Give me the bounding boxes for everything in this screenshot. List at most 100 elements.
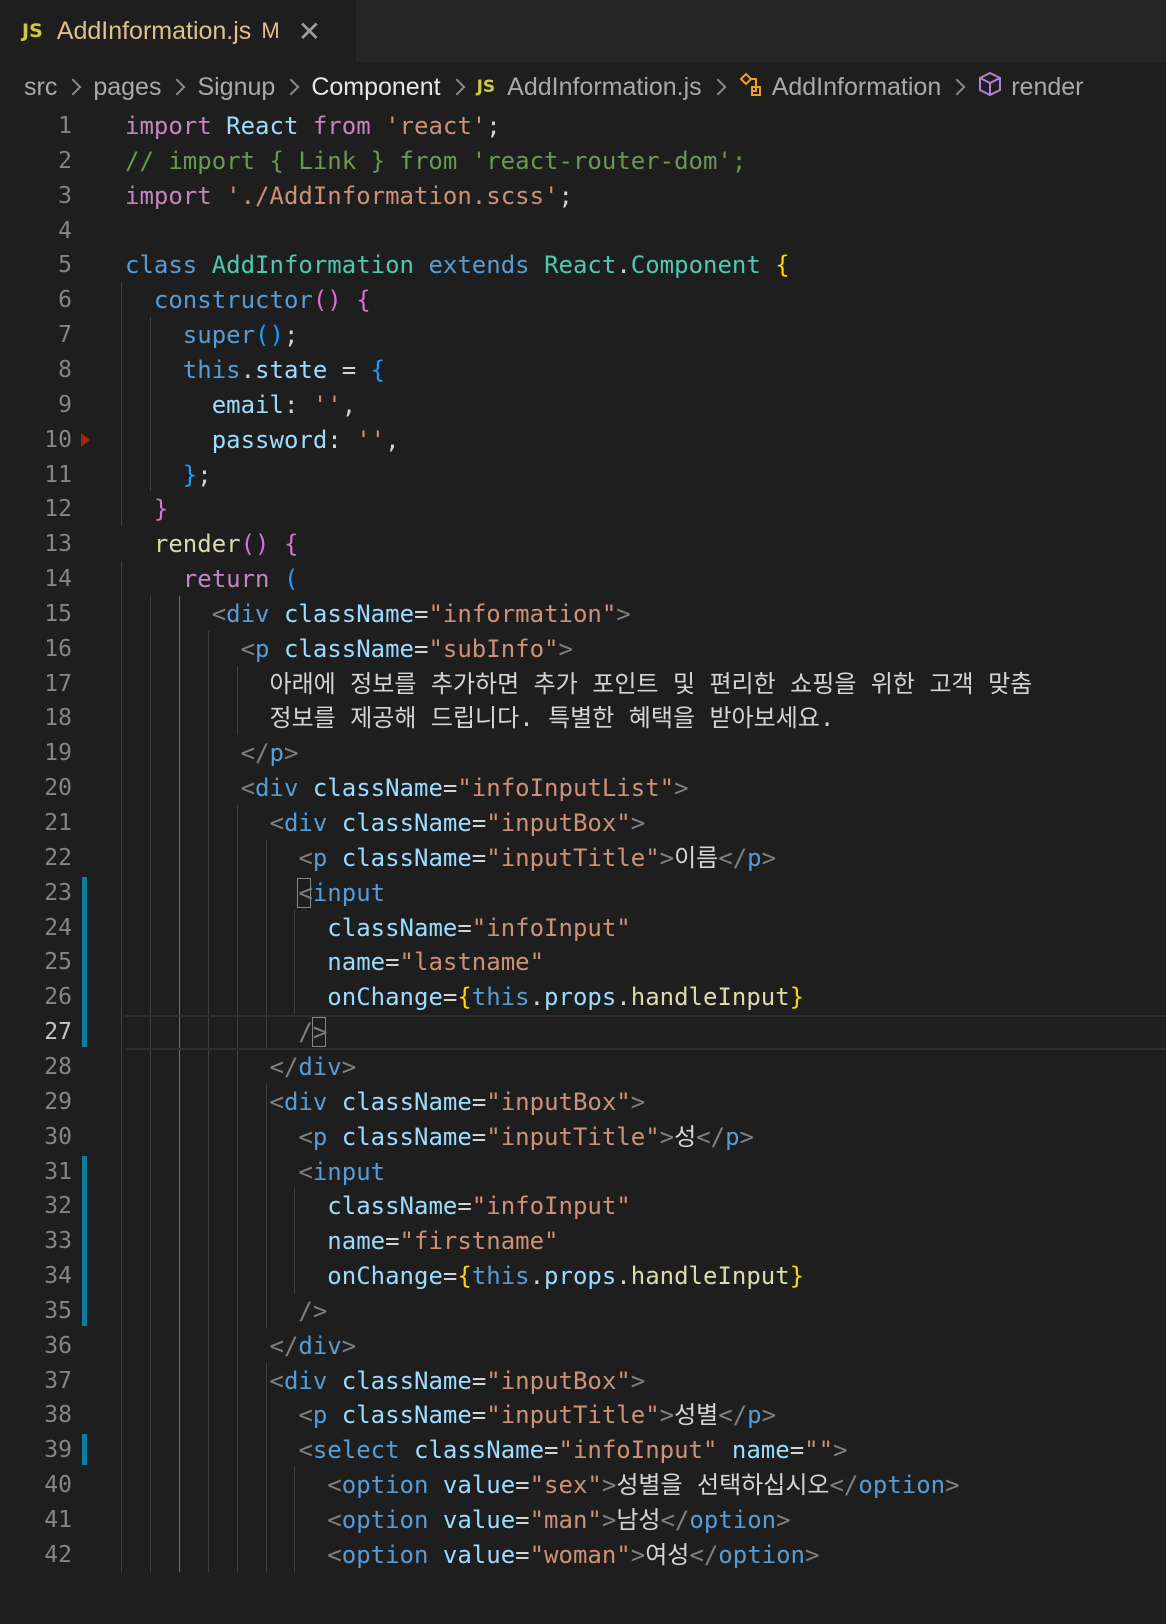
code-token: class	[125, 251, 198, 280]
code-line[interactable]: 13 render() {	[0, 526, 1166, 562]
breadcrumb-item-class[interactable]: AddInformation	[772, 73, 942, 102]
line-number[interactable]: 33	[0, 1223, 72, 1259]
line-number[interactable]: 40	[0, 1467, 72, 1503]
code-line[interactable]: 23 <input	[0, 875, 1166, 911]
code-line[interactable]: 32 className="infoInput"	[0, 1188, 1166, 1224]
code-line[interactable]: 40 <option value="sex">성별을 선택하십시오</optio…	[0, 1467, 1166, 1503]
code-line[interactable]: 36 </div>	[0, 1328, 1166, 1364]
breadcrumb-item-src[interactable]: src	[24, 73, 57, 102]
breadcrumb-item-method[interactable]: render	[1011, 73, 1083, 102]
code-token: .	[616, 251, 631, 280]
code-text: <input	[125, 1154, 385, 1190]
line-number[interactable]: 9	[0, 387, 72, 423]
line-number[interactable]: 34	[0, 1258, 72, 1294]
line-number[interactable]: 26	[0, 979, 72, 1015]
code-token: className	[341, 1401, 472, 1430]
line-number[interactable]: 17	[0, 666, 72, 702]
line-number[interactable]: 42	[0, 1537, 72, 1573]
code-line[interactable]: 38 <p className="inputTitle">성별</p>	[0, 1397, 1166, 1433]
code-line[interactable]: 28 </div>	[0, 1049, 1166, 1085]
code-line[interactable]: 33 name="firstname"	[0, 1223, 1166, 1259]
code-line[interactable]: 10 password: '',	[0, 422, 1166, 458]
code-line[interactable]: 19 </p>	[0, 735, 1166, 771]
code-line[interactable]: 17 아래에 정보를 추가하면 추가 포인트 및 편리한 쇼핑을 위한 고객 맞…	[0, 666, 1166, 702]
code-line[interactable]: 42 <option value="woman">여성</option>	[0, 1537, 1166, 1573]
code-line[interactable]: 15 <div className="information">	[0, 596, 1166, 632]
close-icon[interactable]: ✕	[298, 15, 321, 48]
line-number[interactable]: 11	[0, 457, 72, 493]
line-number[interactable]: 5	[0, 247, 72, 283]
code-line[interactable]: 4	[0, 213, 1166, 249]
line-number[interactable]: 20	[0, 770, 72, 806]
code-editor[interactable]: 1 import React from 'react'; 2 // import { …	[0, 108, 1166, 1624]
line-number[interactable]: 23	[0, 875, 72, 911]
line-number[interactable]: 32	[0, 1188, 72, 1224]
breadcrumb: src pages Signup Component JS AddInforma…	[0, 62, 1166, 112]
code-line[interactable]: 14 return (	[0, 561, 1166, 597]
line-number[interactable]: 4	[0, 213, 72, 249]
line-number[interactable]: 37	[0, 1363, 72, 1399]
line-number[interactable]: 12	[0, 491, 72, 527]
code-line[interactable]: 21 <div className="inputBox">	[0, 805, 1166, 841]
line-number[interactable]: 30	[0, 1119, 72, 1155]
line-number[interactable]: 21	[0, 805, 72, 841]
line-number[interactable]: 38	[0, 1397, 72, 1433]
line-number[interactable]: 7	[0, 317, 72, 353]
code-line[interactable]: 16 <p className="subInfo">	[0, 631, 1166, 667]
code-token: :	[283, 390, 313, 419]
code-line[interactable]: 34 onChange={this.props.handleInput}	[0, 1258, 1166, 1294]
code-line[interactable]: 22 <p className="inputTitle">이름</p>	[0, 840, 1166, 876]
code-line[interactable]: 18 정보를 제공해 드립니다. 특별한 혜택을 받아보세요.	[0, 700, 1166, 736]
line-number[interactable]: 10	[0, 422, 72, 458]
line-number[interactable]: 41	[0, 1502, 72, 1538]
code-line[interactable]: 6 constructor() {	[0, 282, 1166, 318]
code-line[interactable]: 30 <p className="inputTitle">성</p>	[0, 1119, 1166, 1155]
code-line[interactable]: 26 onChange={this.props.handleInput}	[0, 979, 1166, 1015]
code-line[interactable]: 9 email: '',	[0, 387, 1166, 423]
code-line[interactable]: 37 <div className="inputBox">	[0, 1363, 1166, 1399]
code-line[interactable]: 24 className="infoInput"	[0, 910, 1166, 946]
editor-tab-addinformation[interactable]: JS AddInformation.js M ✕	[0, 0, 356, 62]
code-line[interactable]: 3 import './AddInformation.scss';	[0, 178, 1166, 214]
code-line[interactable]: 25 name="lastname"	[0, 944, 1166, 980]
line-number[interactable]: 16	[0, 631, 72, 667]
code-line[interactable]: 31 <input	[0, 1154, 1166, 1190]
line-number[interactable]: 31	[0, 1154, 72, 1190]
line-number[interactable]: 25	[0, 944, 72, 980]
line-number[interactable]: 15	[0, 596, 72, 632]
breadcrumb-item-component[interactable]: Component	[311, 73, 440, 102]
code-line[interactable]: 39 <select className="infoInput" name=""…	[0, 1432, 1166, 1468]
code-line[interactable]: 5 class AddInformation extends React.Comp…	[0, 247, 1166, 283]
breadcrumb-item-file[interactable]: AddInformation.js	[507, 73, 702, 102]
line-number[interactable]: 8	[0, 352, 72, 388]
code-line[interactable]: 11 };	[0, 457, 1166, 493]
code-line[interactable]: 35 />	[0, 1293, 1166, 1329]
code-line[interactable]: 8 this.state = {	[0, 352, 1166, 388]
code-line[interactable]: 27 />	[0, 1014, 1166, 1050]
code-line[interactable]: 20 <div className="infoInputList">	[0, 770, 1166, 806]
line-number[interactable]: 29	[0, 1084, 72, 1120]
line-number[interactable]: 19	[0, 735, 72, 771]
line-number[interactable]: 18	[0, 700, 72, 736]
code-line[interactable]: 7 super();	[0, 317, 1166, 353]
line-number[interactable]: 14	[0, 561, 72, 597]
code-line[interactable]: 29 <div className="inputBox">	[0, 1084, 1166, 1120]
line-number[interactable]: 28	[0, 1049, 72, 1085]
line-number[interactable]: 2	[0, 143, 72, 179]
line-number[interactable]: 35	[0, 1293, 72, 1329]
line-number[interactable]: 3	[0, 178, 72, 214]
code-line[interactable]: 41 <option value="man">남성</option>	[0, 1502, 1166, 1538]
line-number[interactable]: 6	[0, 282, 72, 318]
code-line[interactable]: 1 import React from 'react';	[0, 108, 1166, 144]
code-line[interactable]: 2 // import { Link } from 'react-router-d…	[0, 143, 1166, 179]
line-number[interactable]: 22	[0, 840, 72, 876]
line-number[interactable]: 13	[0, 526, 72, 562]
line-number[interactable]: 27	[0, 1014, 72, 1050]
line-number[interactable]: 1	[0, 108, 72, 144]
line-number[interactable]: 24	[0, 910, 72, 946]
line-number[interactable]: 36	[0, 1328, 72, 1364]
breadcrumb-item-signup[interactable]: Signup	[197, 73, 275, 102]
code-line[interactable]: 12 }	[0, 491, 1166, 527]
line-number[interactable]: 39	[0, 1432, 72, 1468]
breadcrumb-item-pages[interactable]: pages	[93, 73, 161, 102]
